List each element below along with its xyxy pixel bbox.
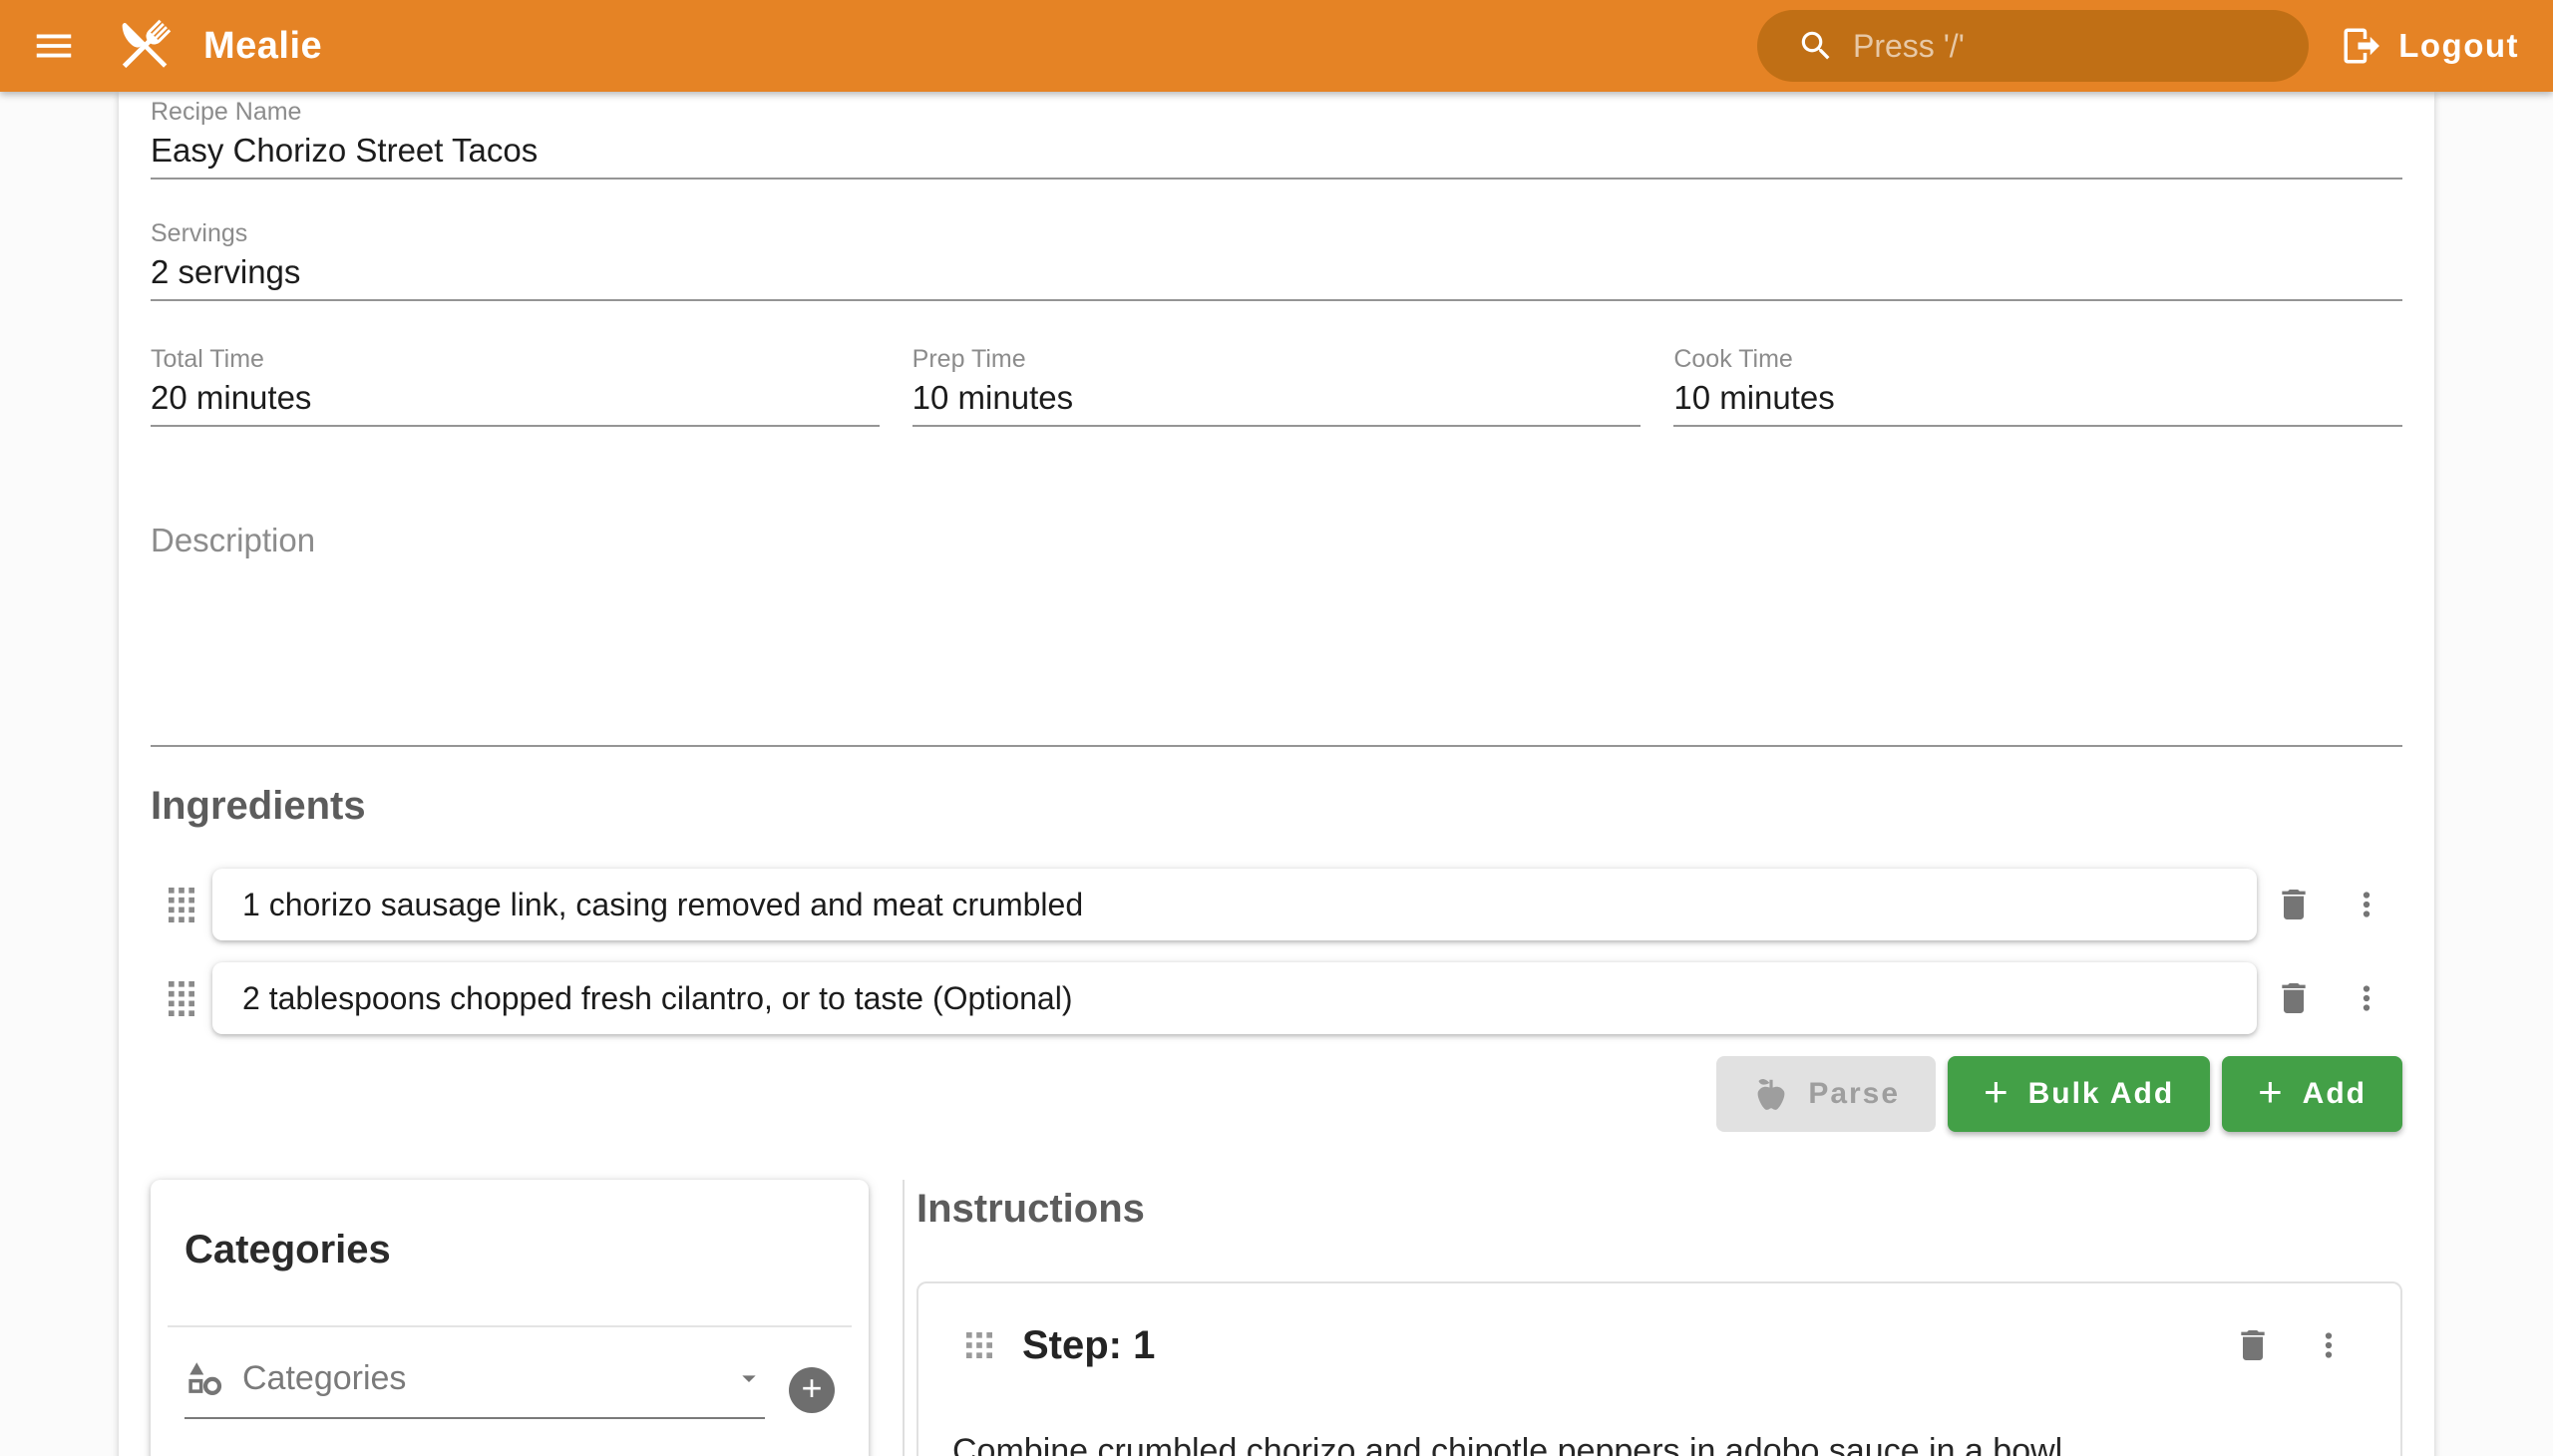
- plus-icon: +: [2258, 1071, 2285, 1113]
- bottom-section: Categories Categories: [151, 1180, 2402, 1456]
- bulk-add-button-label: Bulk Add: [2028, 1077, 2175, 1111]
- ingredient-row: 1 chorizo sausage link, casing removed a…: [151, 869, 2402, 940]
- drag-handle-icon[interactable]: [151, 888, 212, 922]
- ingredient-text: 2 tablespoons chopped fresh cilantro, or…: [242, 980, 1072, 1017]
- delete-ingredient-button[interactable]: [2257, 885, 2330, 924]
- recipe-name-field[interactable]: Recipe Name Easy Chorizo Street Tacos: [151, 92, 2402, 180]
- servings-label: Servings: [151, 221, 2402, 246]
- step-text-input[interactable]: Combine crumbled chorizo and chipotle pe…: [952, 1429, 2357, 1456]
- logout-icon: [2341, 25, 2382, 67]
- total-time-value[interactable]: 20 minutes: [151, 379, 880, 425]
- add-ingredient-button[interactable]: + Add: [2222, 1056, 2402, 1132]
- instructions-column: Instructions Step: 1: [905, 1180, 2402, 1456]
- plus-icon: +: [801, 1370, 822, 1406]
- instructions-heading: Instructions: [916, 1186, 2402, 1232]
- app-bar: Mealie Logout: [0, 0, 2553, 92]
- parse-button-label: Parse: [1808, 1077, 1900, 1111]
- parse-button[interactable]: Parse: [1716, 1056, 1936, 1132]
- description-label: Description: [151, 521, 2402, 560]
- categories-select[interactable]: Categories: [184, 1357, 765, 1419]
- hamburger-menu-button[interactable]: [18, 10, 90, 82]
- step-menu-button[interactable]: [2301, 1326, 2357, 1364]
- search-input[interactable]: [1853, 28, 2285, 65]
- servings-value[interactable]: 2 servings: [151, 253, 2402, 299]
- categories-card-divider: [168, 1325, 852, 1327]
- step-header: Step: 1: [948, 1317, 2357, 1373]
- ingredient-menu-button[interactable]: [2330, 979, 2402, 1017]
- kebab-menu-icon: [2310, 1326, 2348, 1364]
- search-icon: [1797, 27, 1835, 65]
- plus-icon: +: [1984, 1071, 2010, 1113]
- hamburger-menu-icon: [31, 23, 77, 69]
- delete-ingredient-button[interactable]: [2257, 978, 2330, 1018]
- ingredient-input[interactable]: 1 chorizo sausage link, casing removed a…: [212, 869, 2257, 940]
- bulk-add-button[interactable]: + Bulk Add: [1948, 1056, 2210, 1132]
- prep-time-value[interactable]: 10 minutes: [912, 379, 1641, 425]
- categories-select-label: Categories: [242, 1359, 733, 1398]
- prep-time-field[interactable]: Prep Time 10 minutes: [912, 347, 1641, 427]
- categories-card-title: Categories: [184, 1228, 835, 1272]
- delete-step-button[interactable]: [2225, 1325, 2281, 1365]
- total-time-label: Total Time: [151, 347, 880, 372]
- logout-label: Logout: [2398, 27, 2519, 65]
- apple-icon: [1752, 1075, 1790, 1113]
- mealie-recipe-editor: Mealie Logout Recipe Name Easy Chorizo S…: [0, 0, 2553, 1456]
- ingredient-menu-button[interactable]: [2330, 886, 2402, 923]
- add-button-label: Add: [2303, 1077, 2367, 1111]
- add-category-button[interactable]: +: [789, 1367, 835, 1413]
- trash-icon: [2274, 885, 2314, 924]
- cook-time-label: Cook Time: [1673, 347, 2402, 372]
- trash-icon: [2233, 1325, 2273, 1365]
- cook-time-value[interactable]: 10 minutes: [1673, 379, 2402, 425]
- ingredient-row: 2 tablespoons chopped fresh cilantro, or…: [151, 962, 2402, 1034]
- ingredient-input[interactable]: 2 tablespoons chopped fresh cilantro, or…: [212, 962, 2257, 1034]
- prep-time-label: Prep Time: [912, 347, 1641, 372]
- logout-button[interactable]: Logout: [2341, 0, 2519, 92]
- categories-column: Categories Categories: [151, 1180, 869, 1456]
- recipe-edit-card: Recipe Name Easy Chorizo Street Tacos Se…: [119, 92, 2434, 1456]
- trash-icon: [2274, 978, 2314, 1018]
- total-time-field[interactable]: Total Time 20 minutes: [151, 347, 880, 427]
- ingredient-actions: Parse + Bulk Add + Add: [151, 1056, 2402, 1132]
- mealie-logo-icon: [112, 13, 178, 79]
- kebab-menu-icon: [2348, 886, 2385, 923]
- drag-handle-icon[interactable]: [948, 1331, 1010, 1359]
- ingredients-heading: Ingredients: [151, 783, 2402, 829]
- drag-handle-icon[interactable]: [151, 981, 212, 1016]
- cook-time-field[interactable]: Cook Time 10 minutes: [1673, 347, 2402, 427]
- time-fields-row: Total Time 20 minutes Prep Time 10 minut…: [151, 347, 2402, 427]
- search-bar[interactable]: [1757, 10, 2309, 82]
- recipe-name-label: Recipe Name: [151, 100, 2402, 125]
- step-card: Step: 1 Combine crumbled chorizo: [916, 1281, 2402, 1456]
- ingredient-text: 1 chorizo sausage link, casing removed a…: [242, 887, 1083, 923]
- app-title: Mealie: [203, 25, 322, 68]
- step-title: Step: 1: [1022, 1323, 2225, 1368]
- ingredient-list: 1 chorizo sausage link, casing removed a…: [151, 869, 2402, 1034]
- chevron-down-icon[interactable]: [733, 1362, 765, 1394]
- shapes-icon: [184, 1357, 226, 1399]
- recipe-name-value[interactable]: Easy Chorizo Street Tacos: [151, 132, 2402, 178]
- categories-select-row: Categories +: [184, 1357, 835, 1419]
- categories-card: Categories Categories: [151, 1180, 869, 1456]
- kebab-menu-icon: [2348, 979, 2385, 1017]
- servings-field[interactable]: Servings 2 servings: [151, 221, 2402, 301]
- description-field[interactable]: Description: [151, 521, 2402, 747]
